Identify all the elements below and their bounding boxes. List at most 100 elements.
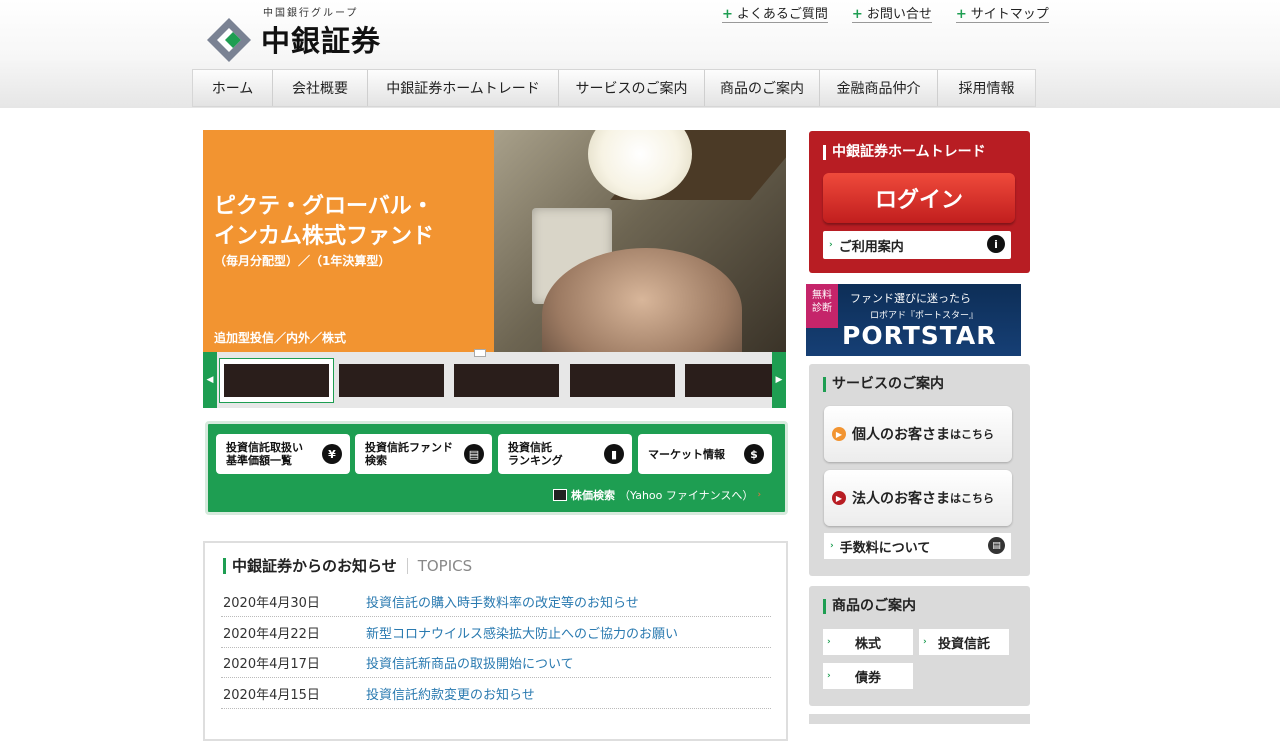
hero-category: 追加型投信／内外／株式: [214, 331, 347, 345]
info-icon: i: [987, 235, 1005, 253]
hero-thumbnail-strip: ◀ ▶: [203, 349, 786, 408]
nav-company[interactable]: 会社概要: [273, 70, 368, 106]
individual-label: 個人のお客さま: [852, 427, 950, 443]
portstar-tagline: ファンド選びに迷ったら: [850, 292, 971, 305]
topic-date: 2020年4月22日: [223, 626, 320, 642]
products-heading: 商品のご案内: [823, 599, 916, 614]
fund-ranking-button[interactable]: 投資信託 ランキング ▮: [498, 434, 632, 474]
dollar-icon: $: [744, 444, 764, 464]
product-label: 投資信託: [937, 636, 990, 652]
login-heading: 中銀証券ホームトレード: [823, 145, 986, 160]
badge-line2: 診断: [812, 303, 832, 314]
site-header: 中国銀行グループ 中銀証券 よくあるご質問 お問い合せ サイトマップ ホーム 会…: [0, 0, 1280, 108]
carousel-thumbnail[interactable]: [339, 364, 444, 397]
topic-date: 2020年4月17日: [223, 656, 320, 672]
arrow-right-icon: ▶: [832, 427, 846, 441]
global-nav: ホーム 会社概要 中銀証券ホームトレード サービスのご案内 商品のご案内 金融商…: [192, 69, 1036, 107]
product-stocks-button[interactable]: › 株式: [823, 629, 913, 655]
product-bonds-button[interactable]: › 債券: [823, 663, 913, 689]
topics-heading: 中銀証券からのお知らせ TOPICS: [223, 555, 472, 576]
contact-link[interactable]: お問い合せ: [851, 3, 932, 23]
topic-date: 2020年4月15日: [223, 687, 320, 703]
topics-row: 2020年4月15日 投資信託約款変更のお知らせ: [221, 678, 771, 709]
chevron-right-icon: ›: [829, 240, 833, 250]
hero-title: ピクテ・グローバル・ インカム株式ファンド: [214, 192, 434, 252]
free-diagnosis-badge: 無料 診断: [806, 284, 838, 328]
topic-date: 2020年4月30日: [223, 595, 320, 611]
individual-customers-button[interactable]: ▶ 個人のお客さま はこちら: [824, 406, 1012, 462]
nav-home-trade[interactable]: 中銀証券ホームトレード: [368, 70, 559, 106]
portstar-subtitle: ロボアド『ポートスター』: [870, 311, 979, 321]
hero-title-line2: インカム株式ファンド: [214, 224, 435, 249]
site-logo[interactable]: 中国銀行グループ 中銀証券: [207, 4, 397, 62]
yen-icon: ¥: [322, 444, 342, 464]
logo-group-text: 中国銀行グループ: [263, 8, 359, 19]
topics-row: 2020年4月22日 新型コロナウイルス感染拡大防止へのご協力のお願い: [221, 617, 771, 648]
login-button[interactable]: ログイン: [823, 173, 1015, 223]
portstar-logo: PORTSTAR: [842, 321, 997, 350]
logo-mark-icon: [207, 18, 251, 62]
document-icon: ▤: [988, 537, 1005, 554]
hero-photo: [494, 130, 786, 353]
usage-guide-link[interactable]: › ご利用案内 i: [823, 231, 1011, 259]
nav-recruit[interactable]: 採用情報: [938, 70, 1035, 106]
corporate-label: 法人のお客さま: [852, 491, 950, 507]
carousel-prev-icon[interactable]: ◀: [203, 352, 217, 408]
logo-name: 中銀証券: [261, 24, 382, 58]
badge-line1: 無料: [812, 290, 832, 301]
hero-title-line1: ピクテ・グローバル・: [214, 194, 434, 219]
carousel-thumbnail[interactable]: [685, 364, 772, 397]
chevron-right-icon: ›: [827, 637, 831, 647]
topics-panel: 中銀証券からのお知らせ TOPICS 2020年4月30日 投資信託の購入時手数…: [203, 541, 788, 741]
fees-link[interactable]: › 手数料について ▤: [824, 533, 1011, 559]
portstar-banner[interactable]: 無料 診断 ファンド選びに迷ったら ロボアド『ポートスター』 PORTSTAR: [806, 284, 1021, 356]
product-label: 債券: [854, 670, 881, 686]
faq-link[interactable]: よくあるご質問: [722, 3, 828, 23]
hero-banner[interactable]: ピクテ・グローバル・ インカム株式ファンド （毎月分配型）／（1年決算型） 追加…: [203, 130, 786, 353]
carousel-thumbnail[interactable]: [454, 364, 559, 397]
topic-link[interactable]: 投資信託の購入時手数料率の改定等のお知らせ: [366, 592, 639, 611]
document-icon: ▤: [464, 444, 484, 464]
services-heading: サービスのご案内: [823, 377, 944, 392]
hero-subtitle: （毎月分配型）／（1年決算型）: [214, 254, 391, 268]
quick-links-panel: 投資信託取扱い 基準価額一覧 ¥ 投資信託ファンド 検索 ▤ 投資信託 ランキン…: [205, 421, 788, 515]
topics-title-en: TOPICS: [417, 556, 473, 575]
products-panel: 商品のご案内 › 株式 › 投資信託 › 債券: [809, 586, 1030, 706]
carousel-thumbnail[interactable]: [570, 364, 675, 397]
nav-intermediary[interactable]: 金融商品仲介: [820, 70, 938, 106]
home-trade-login-panel: 中銀証券ホームトレード ログイン › ご利用案内 i: [809, 131, 1030, 273]
carousel-thumbnail[interactable]: [224, 364, 329, 397]
topic-link[interactable]: 投資信託新商品の取扱開始について: [366, 653, 574, 672]
usage-guide-label: ご利用案内: [838, 239, 904, 255]
topics-title: 中銀証券からのお知らせ: [232, 557, 397, 575]
topics-row: 2020年4月30日 投資信託の購入時手数料率の改定等のお知らせ: [221, 586, 771, 617]
chevron-right-icon: ›: [827, 671, 831, 681]
corporate-customers-button[interactable]: ▶ 法人のお客さま はこちら: [824, 470, 1012, 526]
fund-price-list-button[interactable]: 投資信託取扱い 基準価額一覧 ¥: [216, 434, 350, 474]
nav-services[interactable]: サービスのご案内: [559, 70, 705, 106]
topic-link[interactable]: 投資信託約款変更のお知らせ: [366, 684, 535, 703]
nav-products[interactable]: 商品のご案内: [705, 70, 820, 106]
chevron-right-icon: ›: [923, 637, 927, 647]
utility-links: よくあるご質問 お問い合せ サイトマップ: [722, 3, 1049, 23]
bar-chart-icon: ▮: [604, 444, 624, 464]
stock-search-note: （Yahoo ファイナンスへ）: [619, 489, 754, 502]
product-label: 株式: [854, 636, 881, 652]
services-panel: サービスのご案内 ▶ 個人のお客さま はこちら ▶ 法人のお客さま はこちら › 手…: [809, 364, 1030, 576]
arrow-right-icon: ▶: [832, 491, 846, 505]
chart-icon: [553, 489, 567, 501]
product-investment-trust-button[interactable]: › 投資信託: [919, 629, 1009, 655]
hero-text-panel: ピクテ・グローバル・ インカム株式ファンド （毎月分配型）／（1年決算型） 追加…: [203, 130, 494, 353]
market-info-button[interactable]: マーケット情報 $: [638, 434, 772, 474]
chevron-right-icon: ›: [830, 541, 834, 551]
sitemap-link[interactable]: サイトマップ: [955, 3, 1049, 23]
carousel-next-icon[interactable]: ▶: [772, 352, 786, 408]
here-suffix: はこちら: [950, 428, 994, 441]
fees-label: 手数料について: [839, 540, 931, 556]
nav-home[interactable]: ホーム: [193, 70, 273, 106]
chevron-right-icon: ›: [757, 490, 762, 500]
fund-search-button[interactable]: 投資信託ファンド 検索 ▤: [355, 434, 492, 474]
next-sidebar-panel: [809, 714, 1030, 724]
stock-search-link[interactable]: 株価検索 （Yahoo ファイナンスへ） ›: [553, 487, 767, 503]
topic-link[interactable]: 新型コロナウイルス感染拡大防止へのご協力のお願い: [366, 623, 678, 642]
